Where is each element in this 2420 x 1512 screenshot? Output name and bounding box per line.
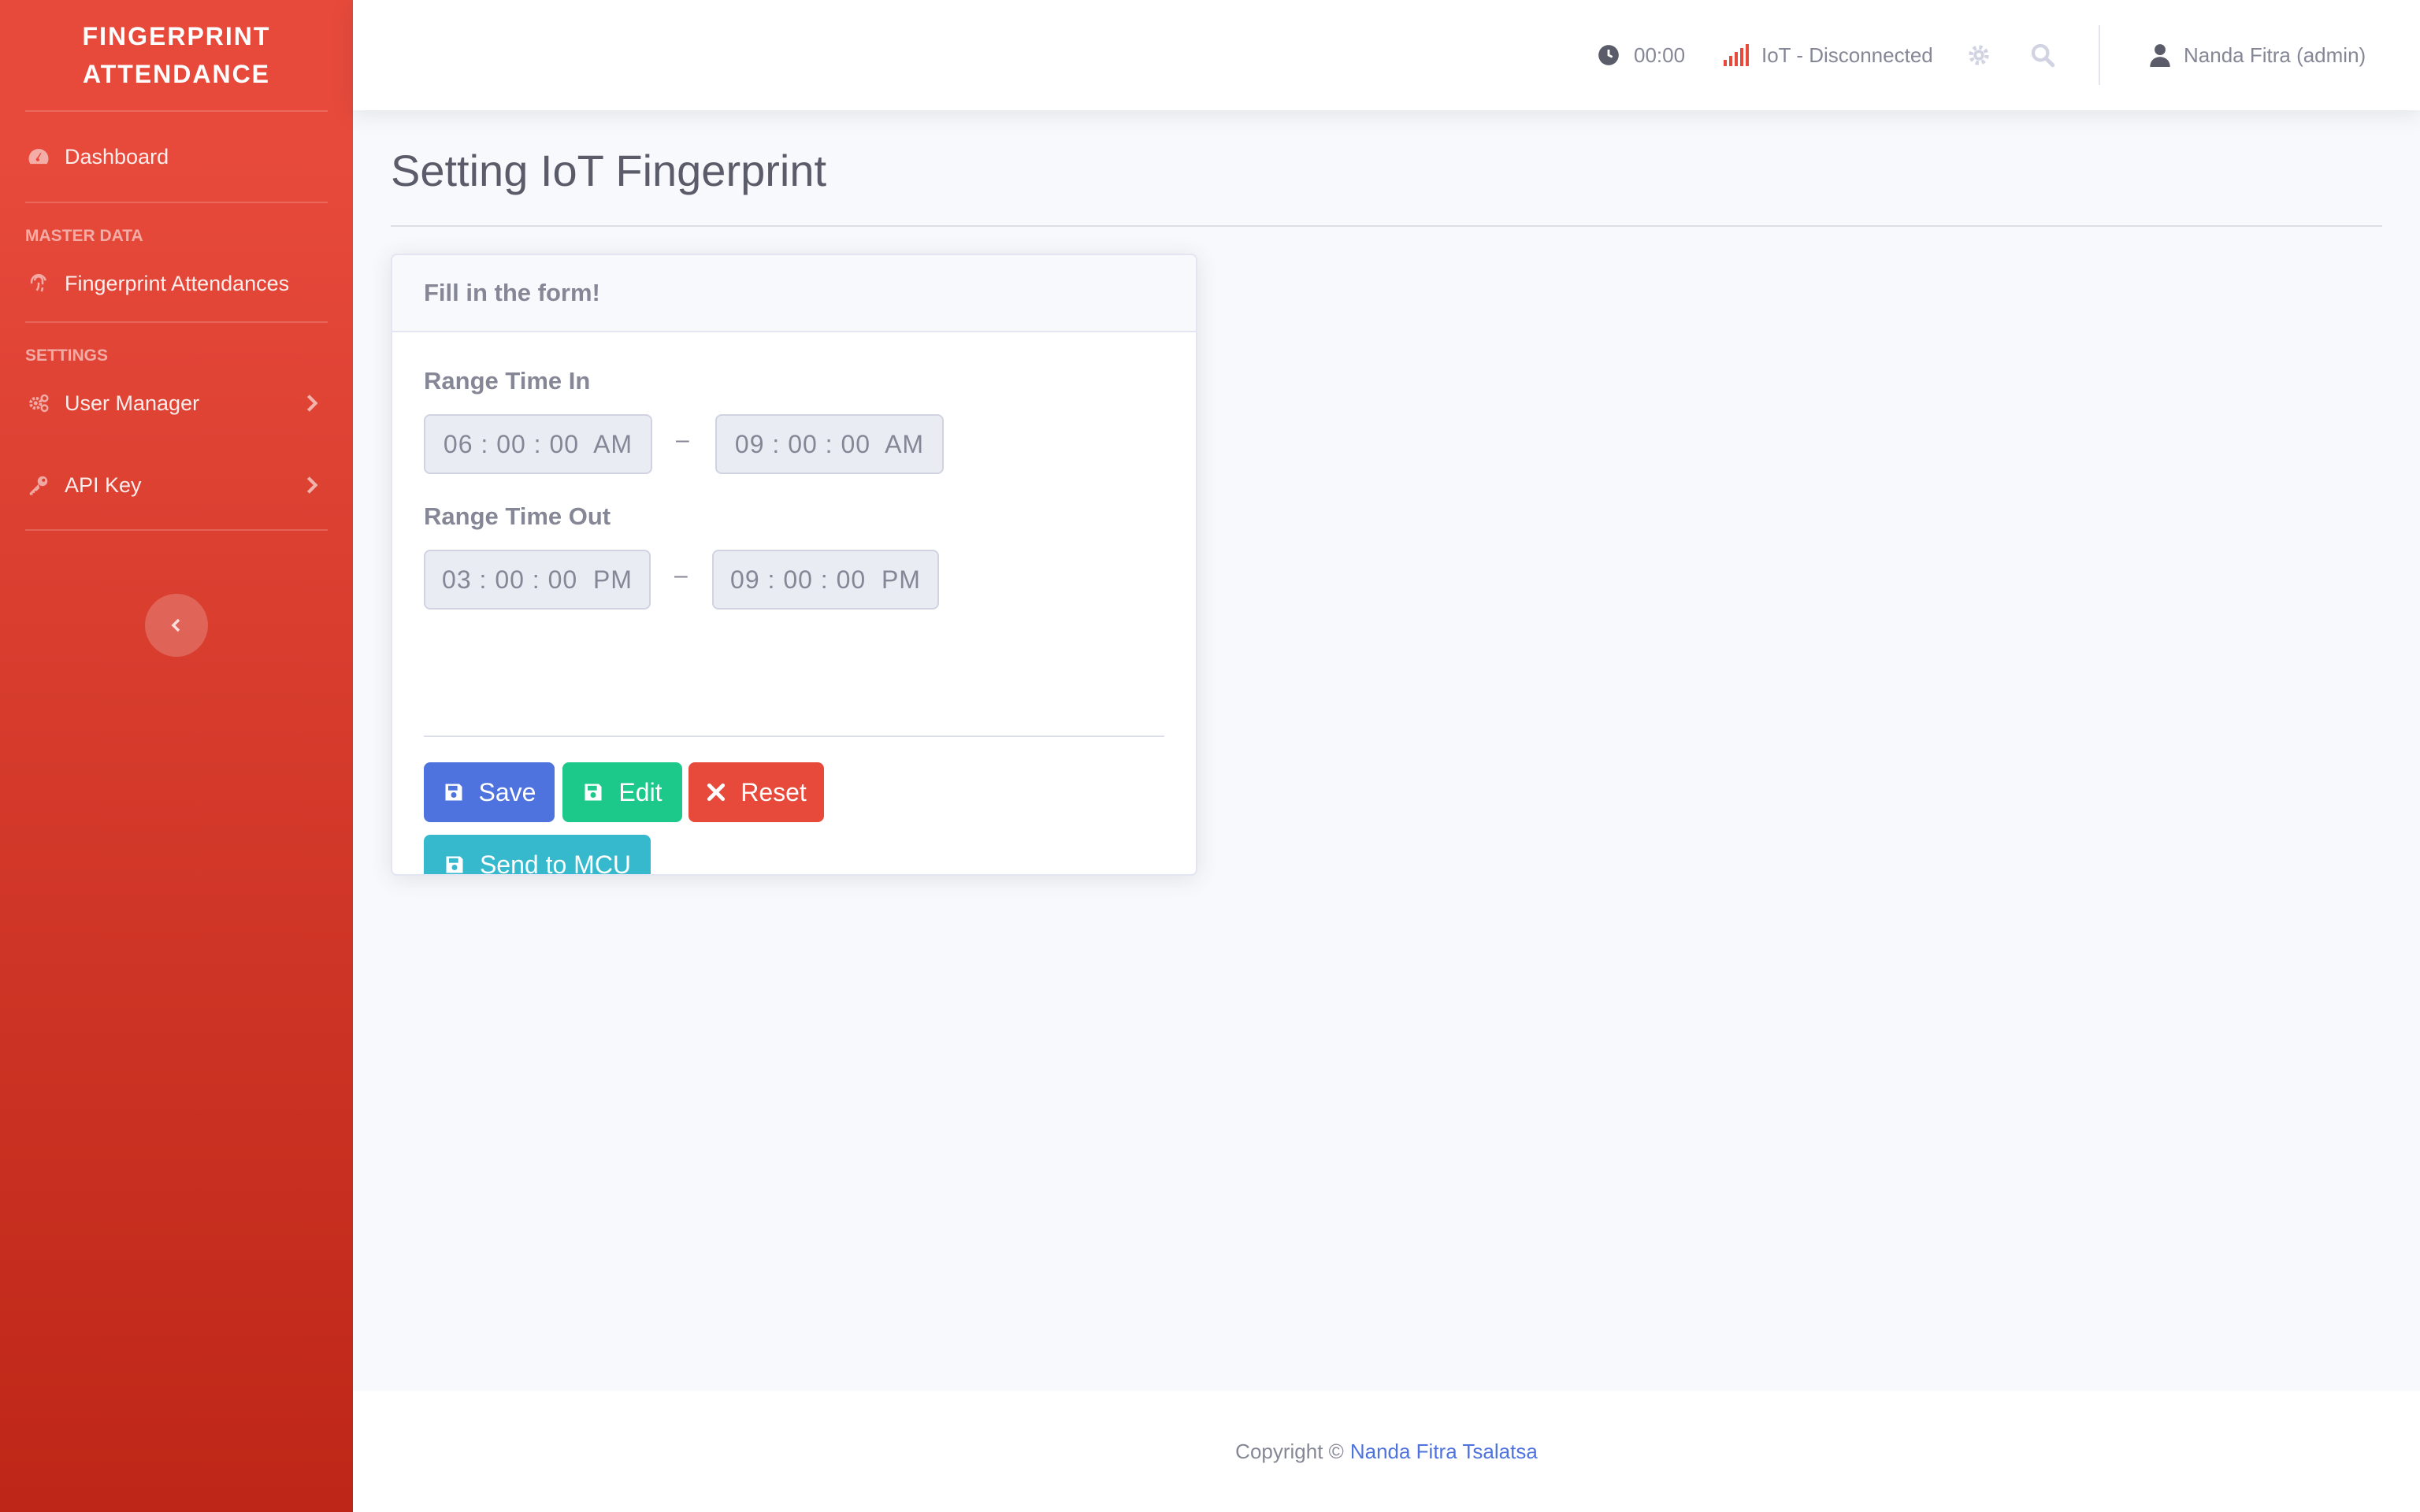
page-title: Setting IoT Fingerprint xyxy=(391,146,827,195)
title-divider xyxy=(391,225,2382,227)
chevron-left-icon xyxy=(171,618,180,632)
form-divider xyxy=(424,736,1164,737)
brand-line-2: ATTENDANCE xyxy=(82,60,271,88)
clock-icon xyxy=(1598,45,1619,65)
topbar: 00:00 IoT - Disconnected Nanda Fitra (ad… xyxy=(353,0,2420,110)
close-icon xyxy=(707,783,726,802)
iot-status-text: IoT - Disconnected xyxy=(1761,43,1933,67)
range-time-in-label: Range Time In xyxy=(424,367,591,395)
settings-form-card: Fill in the form! Range Time In 06 : 00 … xyxy=(391,254,1197,876)
sidebar-item-fingerprint-attendances[interactable]: Fingerprint Attendances xyxy=(0,246,353,321)
brand-logo[interactable]: FINGERPRINT ATTENDANCE xyxy=(0,0,353,110)
chevron-right-icon xyxy=(306,476,318,494)
range-separator: – xyxy=(674,562,688,588)
search-icon xyxy=(2031,43,2055,68)
range-separator: – xyxy=(676,427,689,453)
time-out-end-input[interactable]: 09 : 00 : 00 PM xyxy=(712,550,939,610)
sidebar-item-label: Fingerprint Attendances xyxy=(65,271,290,295)
chevron-right-icon xyxy=(306,395,318,412)
cogs-icon xyxy=(25,390,52,417)
floppy-icon xyxy=(585,784,602,801)
edit-button[interactable]: Edit xyxy=(562,762,682,822)
card-header: Fill in the form! xyxy=(392,255,1196,332)
reset-button-label: Reset xyxy=(740,777,807,806)
copyright-text: Copyright © xyxy=(1235,1439,1344,1463)
signal-icon xyxy=(1724,44,1749,66)
settings-button[interactable] xyxy=(1966,0,1991,110)
sidebar: FINGERPRINT ATTENDANCE Dashboard MASTER … xyxy=(0,0,353,1512)
sidebar-toggle-button[interactable] xyxy=(145,594,208,657)
sidebar-item-dashboard[interactable]: Dashboard xyxy=(0,112,353,202)
gear-icon xyxy=(1969,45,1989,65)
search-button[interactable] xyxy=(2029,0,2056,110)
edit-button-label: Edit xyxy=(618,777,663,806)
floppy-icon xyxy=(445,784,462,801)
send-to-mcu-button-label: Send to MCU xyxy=(479,850,632,876)
floppy-icon xyxy=(446,856,463,873)
sidebar-item-label: API Key xyxy=(65,472,142,497)
save-button-label: Save xyxy=(478,777,536,806)
fingerprint-icon xyxy=(25,270,52,297)
time-out-start-input[interactable]: 03 : 00 : 00 PM xyxy=(424,550,651,610)
iot-status[interactable]: IoT - Disconnected xyxy=(1724,0,1933,110)
footer: Copyright © Nanda Fitra Tsalatsa xyxy=(353,1391,2420,1512)
sidebar-heading-settings: SETTINGS xyxy=(25,346,109,365)
sidebar-heading-master-data: MASTER DATA xyxy=(25,227,143,245)
sidebar-divider xyxy=(25,529,328,531)
tachometer-icon xyxy=(25,143,52,170)
user-icon xyxy=(2150,44,2170,67)
user-menu[interactable]: Nanda Fitra (admin) xyxy=(2149,0,2366,110)
clock-display: 00:00 xyxy=(1598,0,1685,110)
key-icon xyxy=(25,472,52,498)
clock-text: 00:00 xyxy=(1634,43,1686,67)
topbar-divider xyxy=(2099,25,2100,85)
brand-line-1: FINGERPRINT xyxy=(82,22,271,50)
save-button[interactable]: Save xyxy=(424,762,555,822)
range-time-out-label: Range Time Out xyxy=(424,502,611,530)
sidebar-item-api-key[interactable]: API Key xyxy=(0,441,353,529)
user-name: Nanda Fitra (admin) xyxy=(2184,43,2366,67)
send-to-mcu-button[interactable]: Send to MCU xyxy=(424,835,651,876)
author-link[interactable]: Nanda Fitra Tsalatsa xyxy=(1350,1440,1538,1464)
sidebar-item-user-manager[interactable]: User Manager xyxy=(0,365,353,441)
sidebar-item-label: Dashboard xyxy=(65,144,169,169)
sidebar-item-label: User Manager xyxy=(65,391,200,415)
reset-button[interactable]: Reset xyxy=(689,762,824,822)
time-in-start-input[interactable]: 06 : 00 : 00 AM xyxy=(424,414,652,474)
time-in-end-input[interactable]: 09 : 00 : 00 AM xyxy=(715,414,944,474)
